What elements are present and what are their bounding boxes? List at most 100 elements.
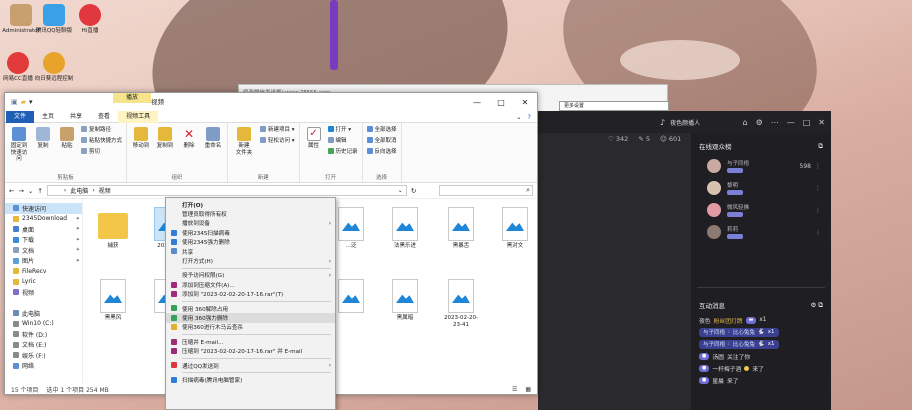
path-segment-videos[interactable]: 视频 xyxy=(99,186,111,195)
copy-to-button[interactable]: 复制到 xyxy=(155,125,175,172)
desktop-icon-qq[interactable]: 腾讯QQ轻聊版 xyxy=(34,4,74,35)
context-menu-item[interactable]: 添加到 "2023-02-02-20-17-16.rar"(T) xyxy=(166,290,335,299)
live-app-window[interactable]: ♪ 夜色颜播人 ⌂ ⚙ ⋯ — □ ✕ ♡ 342 ✎ 5 ☺ 601 在线观众… xyxy=(538,111,831,410)
nav-item[interactable]: 此电脑 xyxy=(5,308,82,319)
desktop-icon-hi-live[interactable]: Hi直播 xyxy=(70,4,110,35)
nav-item[interactable]: 软件 (D:) xyxy=(5,329,82,340)
select-all-button[interactable]: 全部选择 xyxy=(366,125,397,133)
more-icon[interactable]: ⋮ xyxy=(815,163,821,170)
nav-item[interactable]: Lyric xyxy=(5,277,82,288)
refresh-icon[interactable]: ↻ xyxy=(411,187,416,195)
up-icon[interactable]: ↑ xyxy=(37,187,42,195)
copy-button[interactable]: 复制 xyxy=(33,125,53,172)
online-user[interactable]: 与子同袍 598 ⋮ xyxy=(691,155,831,177)
properties-button[interactable]: ✓ 属性 xyxy=(304,125,324,172)
context-menu-item[interactable]: 添加到压缩文件(A)... xyxy=(166,280,335,289)
folder-item[interactable]: 捕获 xyxy=(91,207,135,250)
rename-button[interactable]: 重命名 xyxy=(203,125,223,172)
history-button[interactable]: 历史记录 xyxy=(327,147,358,155)
online-user[interactable]: 微风轻拂 ⋮ xyxy=(691,199,831,221)
select-none-button[interactable]: 全部取消 xyxy=(366,136,397,144)
video-file-item[interactable]: 黑暴舌 xyxy=(439,207,483,250)
video-file-item[interactable]: 黑黑风 xyxy=(91,279,135,322)
expand-icon[interactable]: ⧉ xyxy=(818,142,823,151)
context-menu-item[interactable]: 打开(O) xyxy=(166,200,335,209)
nav-item[interactable]: FileRecv xyxy=(5,266,82,277)
maximize-icon[interactable]: □ xyxy=(803,118,811,127)
context-menu-item[interactable]: 压缩到 "2023-02-02-20-17-16.rar" 并 E-mail xyxy=(166,346,335,355)
new-folder-button[interactable]: 新建 文件夹 xyxy=(232,125,256,172)
tab-share[interactable]: 共享 xyxy=(62,111,90,123)
chevron-down-icon[interactable]: ⌄ xyxy=(398,187,403,194)
dropdown-icon[interactable]: ▾ xyxy=(29,98,33,106)
paste-shortcut-button[interactable]: 粘贴快捷方式 xyxy=(81,136,122,144)
nav-item[interactable]: 网络 xyxy=(5,361,82,372)
nav-item[interactable]: 娱乐 (F:) xyxy=(5,350,82,361)
video-file-item[interactable]: 黑对文 xyxy=(493,207,537,250)
context-menu-item[interactable]: 使用 360强力删除 xyxy=(166,313,335,323)
nav-item[interactable]: 视频 xyxy=(5,287,82,298)
edit-button[interactable]: 编辑 xyxy=(327,136,358,144)
search-input[interactable]: ⌕ xyxy=(439,185,533,196)
copy-path-button[interactable]: 复制路径 xyxy=(81,125,122,133)
context-menu-item[interactable]: 管理员取得所有权 xyxy=(166,209,335,218)
online-user[interactable]: 黎明 ⋮ xyxy=(691,177,831,199)
paste-button[interactable]: 粘贴 xyxy=(57,125,77,172)
help-icon[interactable]: ? xyxy=(528,113,531,121)
expand-icon[interactable]: ⧉ xyxy=(818,301,823,309)
chevron-down-icon[interactable]: ⌄ xyxy=(516,113,521,121)
more-icon[interactable]: ⋯ xyxy=(771,118,779,127)
gear-icon[interactable]: ⚙ xyxy=(756,118,763,127)
close-icon[interactable]: ✕ xyxy=(818,118,825,127)
tab-file[interactable]: 文件 xyxy=(6,110,35,123)
nav-item[interactable]: 文档 ✦ xyxy=(5,245,82,256)
address-bar[interactable]: › 此电脑 › 视频 ⌄ xyxy=(46,185,407,196)
video-file-item[interactable]: 法黑乐进 xyxy=(383,207,427,250)
path-segment-this-pc[interactable]: 此电脑 xyxy=(70,186,88,195)
explorer-titlebar[interactable]: ▣ ▰ ▾ 播放 视频 — □ ✕ xyxy=(5,93,537,111)
video-file-item[interactable]: 2023-02-20- 23-41 xyxy=(439,279,483,328)
nav-item[interactable]: 下载 ✦ xyxy=(5,235,82,246)
context-menu-item[interactable]: 播放到设备 › xyxy=(166,219,335,228)
context-menu-item[interactable]: 打开方式(H) › xyxy=(166,256,335,266)
context-menu-item[interactable]: 授予访问权限(G) › xyxy=(166,271,335,280)
move-to-button[interactable]: 移动到 xyxy=(131,125,151,172)
details-view-icon[interactable]: ☰ xyxy=(512,386,517,393)
open-button[interactable]: 打开 ▾ xyxy=(327,125,358,133)
video-file-item[interactable]: 黑属暗 xyxy=(383,279,427,322)
nav-item[interactable]: Win10 (C:) xyxy=(5,319,82,330)
desktop-icon-sunflower[interactable]: 向日葵远程控制 xyxy=(34,52,74,83)
invert-selection-button[interactable]: 反向选择 xyxy=(366,147,397,155)
context-menu-item[interactable]: 使用2345强力删除 xyxy=(166,238,335,247)
large-icons-view-icon[interactable]: ▦ xyxy=(525,386,531,393)
nav-item[interactable]: 桌面 ✦ xyxy=(5,224,82,235)
close-button[interactable]: ✕ xyxy=(513,93,537,111)
headset-icon[interactable]: ⌂ xyxy=(742,118,747,127)
context-menu-item[interactable]: 共享 xyxy=(166,247,335,256)
more-icon[interactable]: ⋮ xyxy=(815,185,821,192)
save-icon[interactable]: ▣ xyxy=(11,98,18,106)
minimize-button[interactable]: — xyxy=(465,93,489,111)
easy-access-button[interactable]: 轻松访问 ▾ xyxy=(260,136,295,144)
context-menu-item[interactable]: 扫描病毒(腾讯电脑管家) xyxy=(166,375,335,384)
nav-item[interactable]: 2345Download ✦ xyxy=(5,214,82,225)
context-menu-item[interactable]: 使用2345扫描病毒 xyxy=(166,228,335,237)
tab-video-tools[interactable]: 视频工具 xyxy=(118,110,159,123)
cut-button[interactable]: 剪切 xyxy=(81,147,122,155)
nav-item[interactable]: 快速访问 xyxy=(5,203,82,214)
context-menu-item[interactable]: 通过QQ发送到 › xyxy=(166,361,335,370)
tab-view[interactable]: 查看 xyxy=(90,111,118,123)
desktop-icon-cc-live[interactable]: 网易CC直播 xyxy=(0,52,38,83)
forward-icon[interactable]: → xyxy=(18,187,23,195)
chevron-down-icon[interactable]: ⌄ xyxy=(28,187,33,195)
back-icon[interactable]: ← xyxy=(9,187,14,195)
more-icon[interactable]: ⋮ xyxy=(815,207,821,214)
minimize-icon[interactable]: — xyxy=(787,118,795,127)
more-icon[interactable]: ⋮ xyxy=(815,229,821,236)
context-menu-item[interactable]: 压缩并 E-mail... xyxy=(166,337,335,346)
pin-quick-access-button[interactable]: 固定到快速访问 xyxy=(9,125,29,172)
delete-button[interactable]: ✕ 删除 xyxy=(179,125,199,172)
context-menu-item[interactable]: 使用360进行木马云查杀 xyxy=(166,323,335,332)
tab-home[interactable]: 主页 xyxy=(34,111,62,123)
new-item-button[interactable]: 新建项目 ▾ xyxy=(260,125,295,133)
